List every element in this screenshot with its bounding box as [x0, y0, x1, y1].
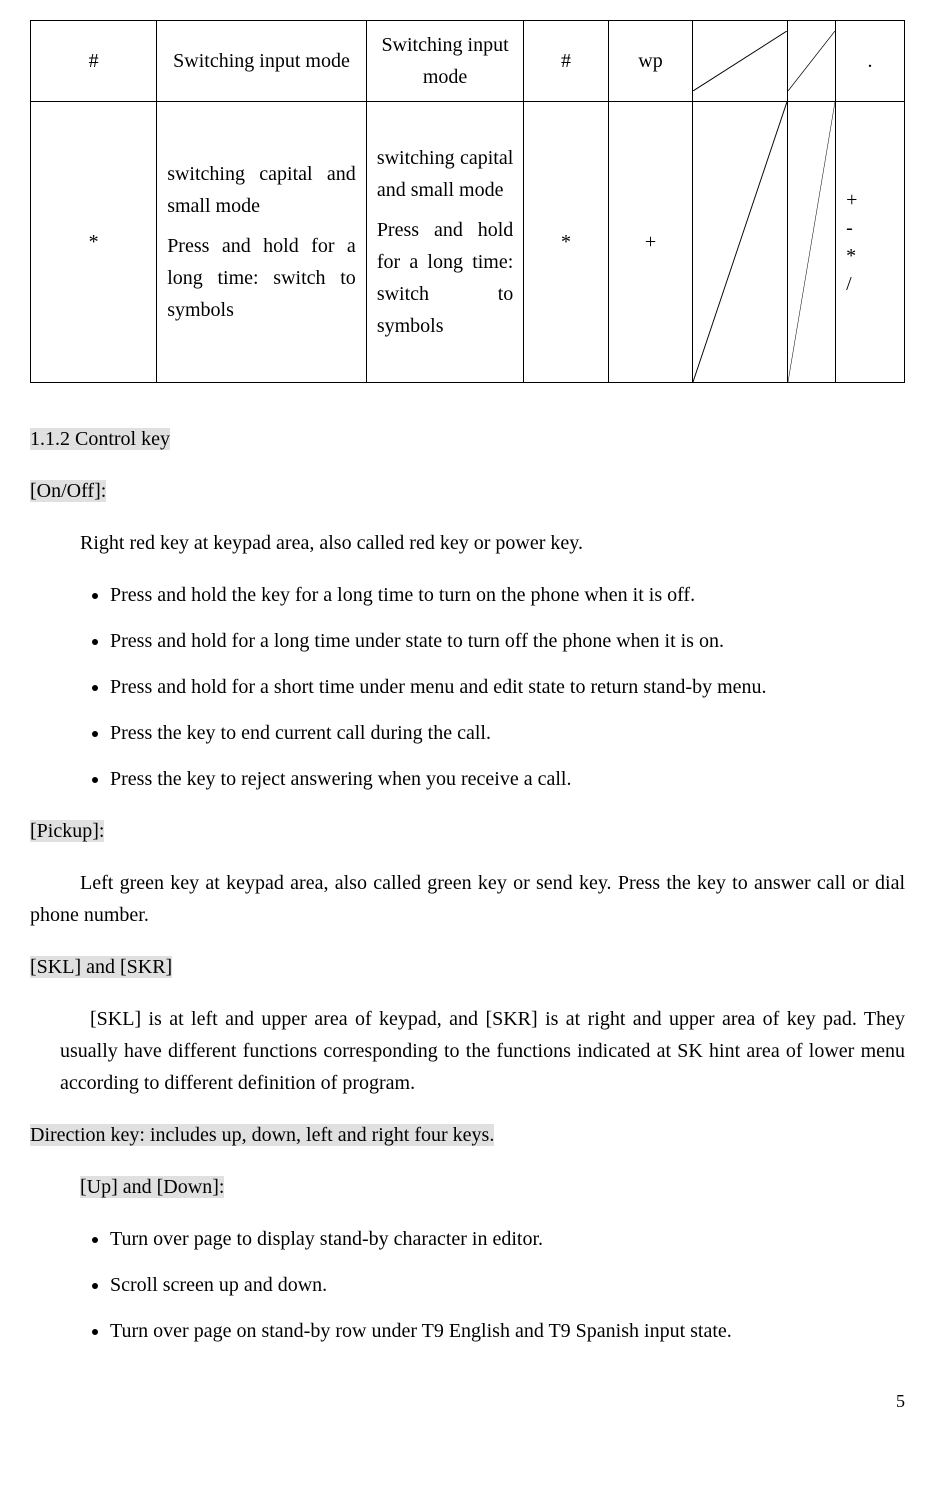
table-row: * switching capital and small mode Press…	[31, 102, 905, 383]
list-item: Press and hold for a short time under me…	[110, 671, 905, 703]
diagonal-cell	[788, 102, 836, 383]
onoff-bullet-list: Press and hold the key for a long time t…	[110, 579, 905, 795]
section-heading: 1.1.2 Control key	[30, 423, 905, 455]
onoff-label: [On/Off]:	[30, 475, 905, 507]
pickup-desc: Left green key at keypad area, also call…	[30, 867, 905, 931]
cell: switching capital and small mode Press a…	[157, 102, 367, 383]
skl-label: [SKL] and [SKR]	[30, 951, 905, 983]
list-item: Turn over page on stand-by row under T9 …	[110, 1315, 905, 1347]
cell-text: Press and hold for a long time: switch t…	[377, 214, 513, 342]
cell: *	[524, 102, 608, 383]
cell: #	[524, 21, 608, 102]
page-number: 5	[30, 1387, 905, 1416]
skl-desc: [SKL] is at left and upper area of keypa…	[60, 1003, 905, 1099]
list-item: Turn over page to display stand-by chara…	[110, 1223, 905, 1255]
cell: +	[608, 102, 692, 383]
pickup-label: [Pickup]:	[30, 815, 905, 847]
diagonal-cell	[693, 21, 788, 102]
key-table: # Switching input mode Switching input m…	[30, 20, 905, 383]
list-item: Press and hold the key for a long time t…	[110, 579, 905, 611]
cell: #	[31, 21, 157, 102]
cell: Switching input mode	[366, 21, 523, 102]
cell-text: Press and hold for a long time: switch t…	[167, 230, 356, 326]
cell: + - * /	[836, 102, 905, 383]
list-item: Scroll screen up and down.	[110, 1269, 905, 1301]
cell-text: switching capital and small mode	[377, 142, 513, 206]
cell-text: switching capital and small mode	[167, 158, 356, 222]
diagonal-cell	[788, 21, 836, 102]
cell: Switching input mode	[157, 21, 367, 102]
onoff-desc: Right red key at keypad area, also calle…	[80, 527, 905, 559]
cell: *	[31, 102, 157, 383]
cell: wp	[608, 21, 692, 102]
table-row: # Switching input mode Switching input m…	[31, 21, 905, 102]
diagonal-cell	[693, 102, 788, 383]
updown-label: [Up] and [Down]:	[80, 1171, 905, 1203]
list-item: Press the key to reject answering when y…	[110, 763, 905, 795]
cell: switching capital and small mode Press a…	[366, 102, 523, 383]
direction-key-label: Direction key: includes up, down, left a…	[30, 1119, 905, 1151]
list-item: Press and hold for a long time under sta…	[110, 625, 905, 657]
list-item: Press the key to end current call during…	[110, 717, 905, 749]
cell: .	[836, 21, 905, 102]
updown-bullet-list: Turn over page to display stand-by chara…	[110, 1223, 905, 1347]
